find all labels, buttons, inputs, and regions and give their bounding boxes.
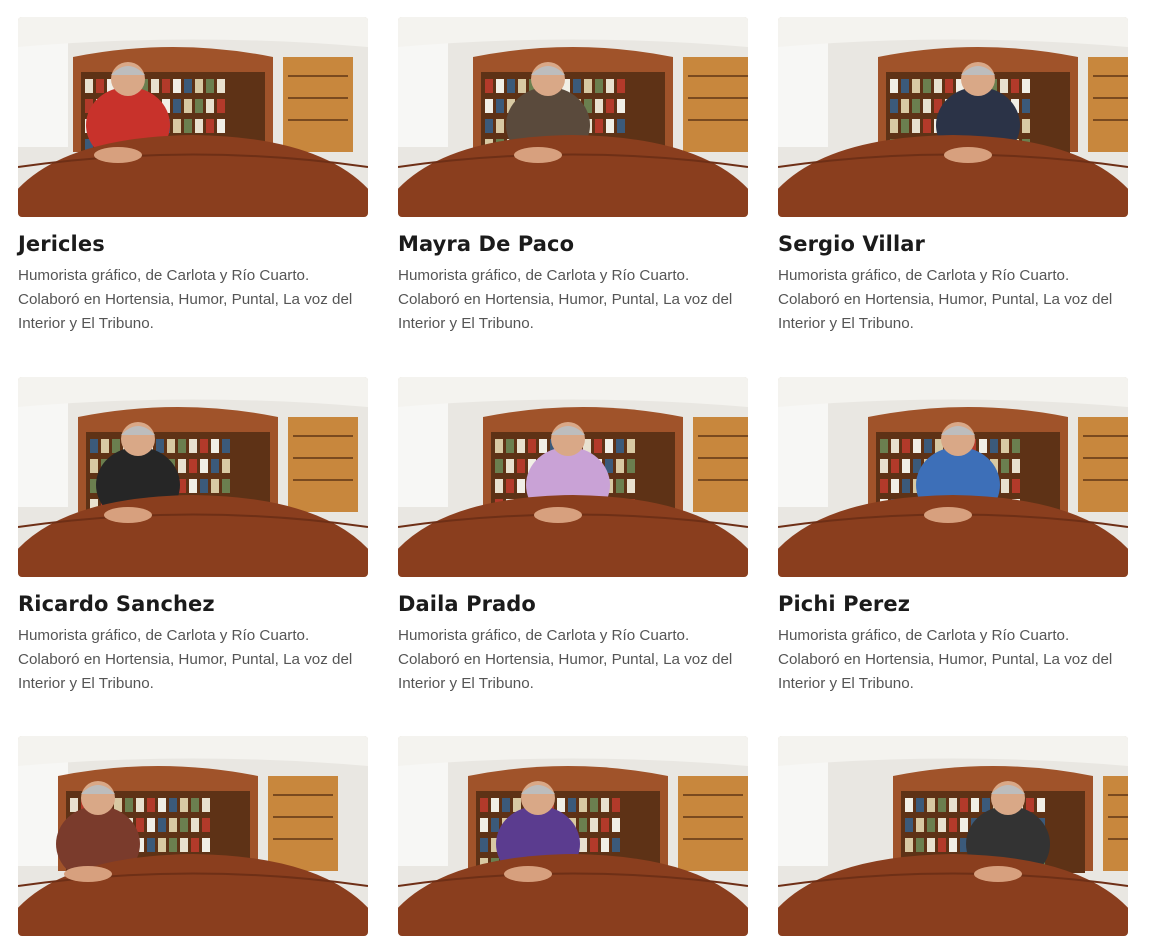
photo-scene — [778, 17, 1128, 217]
interviewee-grid: Jericles Humorista gráfico, de Carlota y… — [0, 0, 1158, 936]
person-photo[interactable] — [398, 736, 748, 936]
person-card[interactable]: Pichi Perez Humorista gráfico, de Carlot… — [778, 377, 1128, 696]
person-description: Humorista gráfico, de Carlota y Río Cuar… — [18, 627, 353, 692]
photo-scene — [398, 17, 748, 217]
person-name[interactable]: Ricardo Sanchez — [18, 593, 368, 615]
person-photo[interactable] — [778, 17, 1128, 217]
person-description: Humorista gráfico, de Carlota y Río Cuar… — [398, 627, 733, 692]
person-description: Humorista gráfico, de Carlota y Río Cuar… — [778, 627, 1113, 692]
person-photo[interactable] — [18, 17, 368, 217]
person-photo[interactable] — [398, 17, 748, 217]
person-card[interactable]: Jericles Humorista gráfico, de Carlota y… — [18, 17, 368, 336]
photo-scene — [778, 377, 1128, 577]
person-card[interactable] — [778, 736, 1128, 936]
person-photo[interactable] — [398, 377, 748, 577]
photo-scene — [398, 377, 748, 577]
person-description: Humorista gráfico, de Carlota y Río Cuar… — [398, 267, 733, 332]
person-photo[interactable] — [778, 736, 1128, 936]
person-card[interactable]: Ricardo Sanchez Humorista gráfico, de Ca… — [18, 377, 368, 696]
person-name[interactable]: Pichi Perez — [778, 593, 1128, 615]
photo-scene — [18, 736, 368, 936]
photo-scene — [18, 17, 368, 217]
person-description: Humorista gráfico, de Carlota y Río Cuar… — [18, 267, 353, 332]
person-card[interactable]: Mayra De Paco Humorista gráfico, de Carl… — [398, 17, 748, 336]
person-photo[interactable] — [18, 377, 368, 577]
person-name[interactable]: Jericles — [18, 233, 368, 255]
person-photo[interactable] — [18, 736, 368, 936]
photo-scene — [778, 736, 1128, 936]
person-card[interactable]: Sergio Villar Humorista gráfico, de Carl… — [778, 17, 1128, 336]
person-card[interactable] — [398, 736, 748, 936]
photo-scene — [18, 377, 368, 577]
person-card[interactable]: Daila Prado Humorista gráfico, de Carlot… — [398, 377, 748, 696]
person-name[interactable]: Mayra De Paco — [398, 233, 748, 255]
person-name[interactable]: Daila Prado — [398, 593, 748, 615]
person-name[interactable]: Sergio Villar — [778, 233, 1128, 255]
person-photo[interactable] — [778, 377, 1128, 577]
person-description: Humorista gráfico, de Carlota y Río Cuar… — [778, 267, 1113, 332]
person-card[interactable] — [18, 736, 368, 936]
photo-scene — [398, 736, 748, 936]
